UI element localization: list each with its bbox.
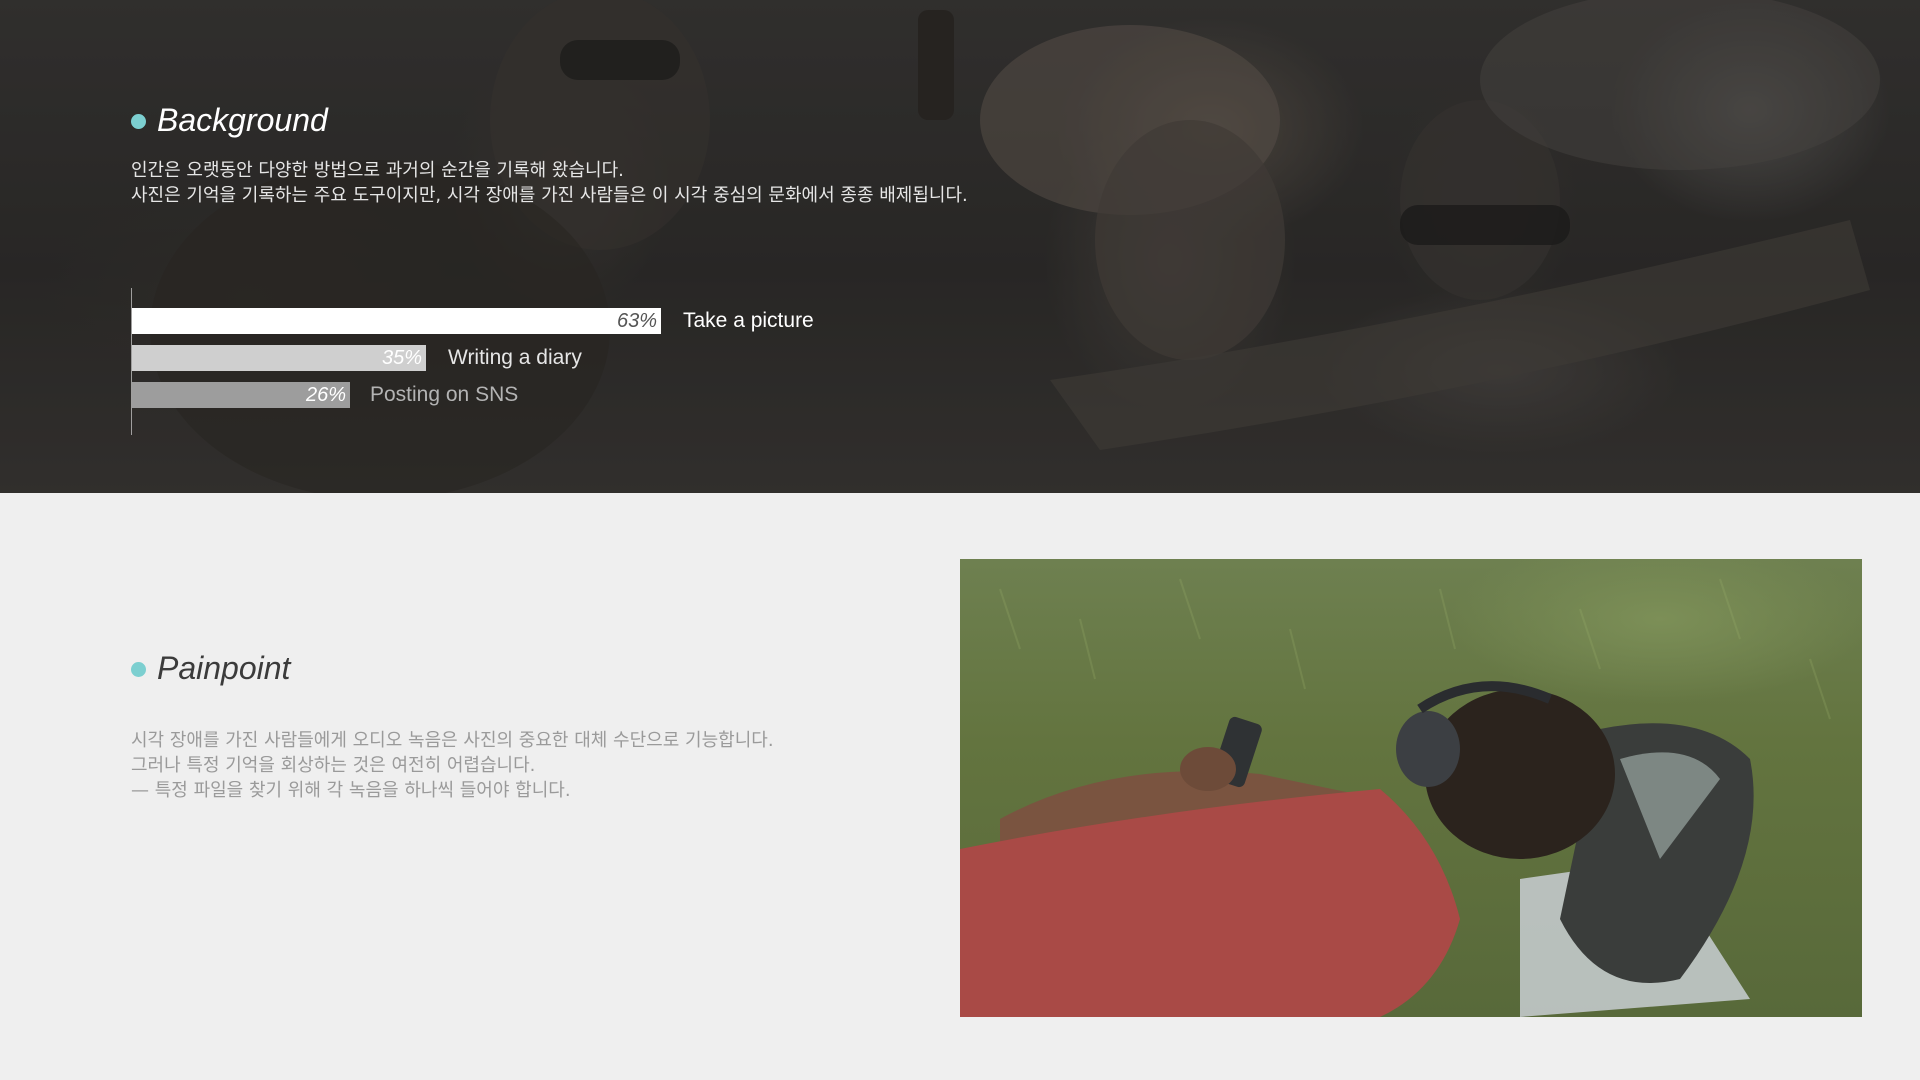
bar-percent-label: 63% xyxy=(616,310,657,332)
bar-1: 63% xyxy=(132,308,661,334)
painpoint-section-title: Painpoint xyxy=(131,650,290,687)
background-line-2: 사진은 기억을 기록하는 주요 도구이지만, 시각 장애를 가진 사람들은 이 … xyxy=(131,185,968,206)
background-line-1: 인간은 오랫동안 다양한 방법으로 과거의 순간을 기록해 왔습니다. xyxy=(131,160,624,181)
painpoint-title-text: Painpoint xyxy=(157,650,291,686)
background-title-text: Background xyxy=(157,102,328,138)
bar-2: 35% xyxy=(132,345,426,371)
bar-category-label: Posting on SNS xyxy=(370,383,519,406)
painpoint-line-3: — 특정 파일을 찾기 위해 각 녹음을 하나씩 들어야 합니다. xyxy=(131,780,571,801)
accent-bullet-dot xyxy=(131,662,146,677)
painpoint-description: 시각 장애를 가진 사람들에게 오디오 녹음은 사진의 중요한 대체 수단으로 … xyxy=(131,728,774,803)
bar-percent-label: 35% xyxy=(381,347,422,369)
painpoint-line-1: 시각 장애를 가진 사람들에게 오디오 녹음은 사진의 중요한 대체 수단으로 … xyxy=(131,730,774,751)
painpoint-line-2: 그러나 특정 기억을 회상하는 것은 여전히 어렵습니다. xyxy=(131,755,536,776)
image-dark-overlay xyxy=(0,0,1920,493)
person-lying-on-grass-photo xyxy=(960,559,1862,1017)
background-hero-image xyxy=(0,0,1920,493)
background-description: 인간은 오랫동안 다양한 방법으로 과거의 순간을 기록해 왔습니다. 사진은 … xyxy=(131,158,968,208)
background-section-title: Background xyxy=(131,102,328,139)
accent-bullet-dot xyxy=(131,114,146,129)
photo-illustration xyxy=(960,578,1831,1017)
bar-percent-label: 26% xyxy=(305,384,346,406)
bar-category-label: Take a picture xyxy=(683,309,814,332)
bar-3: 26% xyxy=(132,382,350,408)
bar-category-label: Writing a diary xyxy=(448,346,582,369)
